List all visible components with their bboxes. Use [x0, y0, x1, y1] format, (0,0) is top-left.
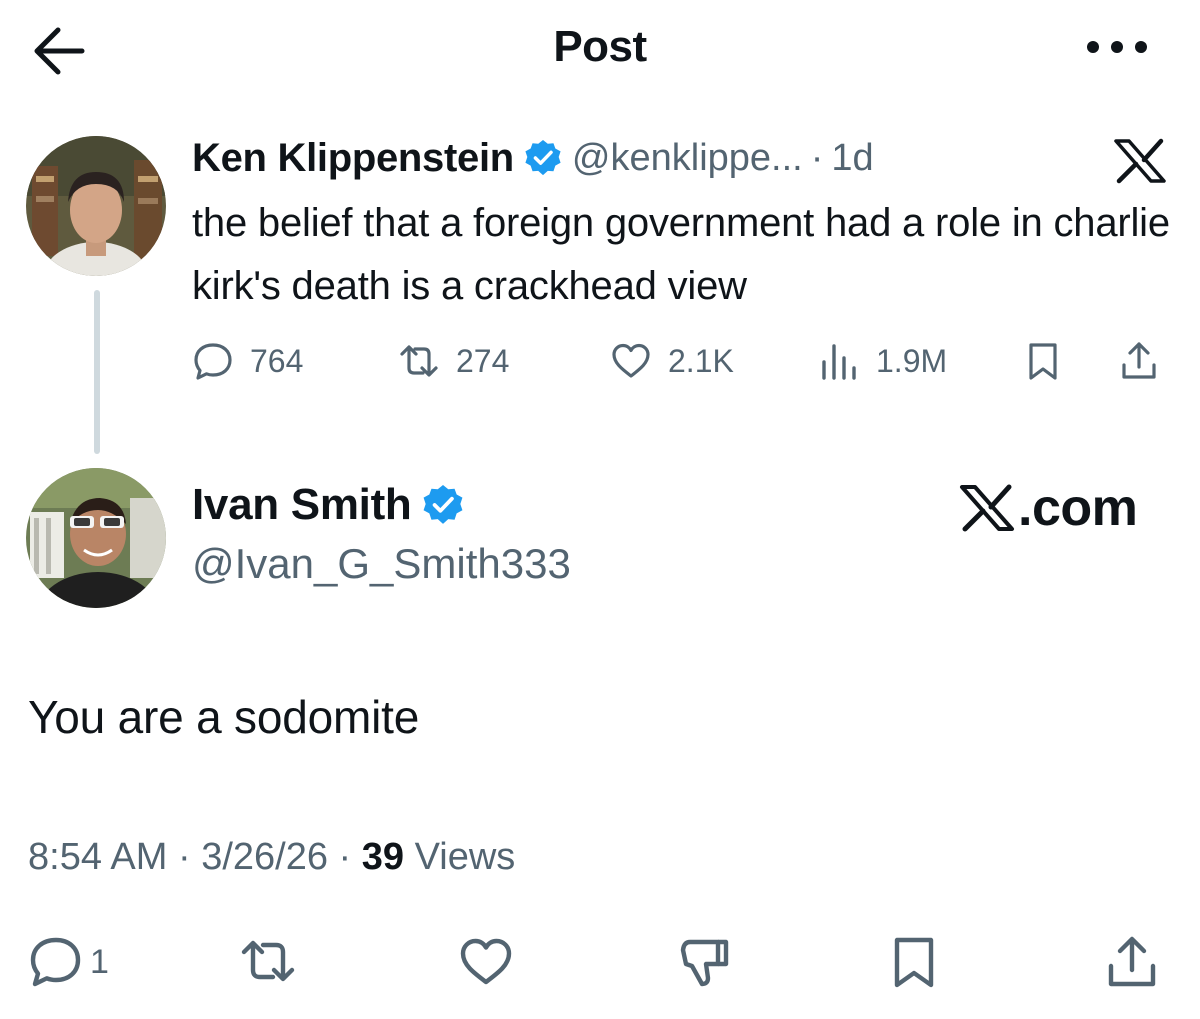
separator: · — [328, 836, 362, 878]
xcom-watermark: .com — [958, 478, 1138, 538]
repost-button[interactable] — [240, 934, 296, 990]
reply-button[interactable]: 764 — [192, 340, 303, 382]
views-label: Views — [404, 836, 516, 878]
views-count: 39 — [361, 836, 405, 878]
like-button[interactable]: 2.1K — [610, 340, 734, 382]
share-button[interactable] — [1118, 340, 1160, 382]
more-options-button[interactable] — [1084, 30, 1150, 64]
share-icon — [1122, 342, 1156, 379]
share-button[interactable] — [1104, 934, 1160, 990]
like-count: 2.1K — [668, 342, 734, 379]
heart-icon — [460, 938, 512, 985]
repost-count: 274 — [456, 342, 510, 379]
avatar-photo — [26, 136, 166, 276]
quoted-tweet-text: the belief that a foreign government had… — [192, 201, 1170, 308]
reply-count: 764 — [250, 342, 304, 379]
quoted-tweet-header: Ken Klippenstein @kenklippe... · 1d — [192, 130, 874, 186]
tweet-text: You are a sodomite — [28, 691, 420, 743]
dislike-button[interactable] — [676, 934, 732, 990]
analytics-icon — [822, 344, 856, 380]
repost-icon — [400, 345, 438, 377]
bookmark-button[interactable] — [1022, 340, 1064, 382]
author-name[interactable]: Ken Klippenstein — [192, 136, 514, 181]
reply-count: 1 — [90, 942, 109, 981]
x-logo-icon — [1112, 138, 1168, 184]
avatar[interactable] — [26, 468, 166, 608]
reply-icon — [30, 937, 81, 987]
author-handle[interactable]: @kenklippe... — [572, 137, 803, 180]
bookmark-icon — [894, 937, 934, 988]
view-count: 1.9M — [876, 342, 948, 379]
reply-button[interactable]: 1 — [28, 934, 109, 990]
watermark-text: .com — [1018, 479, 1138, 537]
tweet-date[interactable]: 3/26/26 — [201, 836, 328, 878]
views-button[interactable]: 1.9M — [818, 340, 947, 382]
more-horizontal-icon — [1087, 41, 1147, 53]
separator: · — [810, 136, 824, 179]
thumbs-down-icon — [680, 939, 729, 987]
tweet-time[interactable]: 8:54 AM — [28, 836, 167, 878]
share-icon — [1108, 936, 1156, 987]
tweet-author-row: Ivan Smith — [192, 480, 474, 530]
bookmark-button[interactable] — [886, 934, 942, 990]
repost-icon — [241, 940, 295, 982]
separator: · — [167, 836, 202, 878]
thread-connector — [94, 290, 100, 454]
verified-badge-icon — [423, 485, 462, 524]
timestamp[interactable]: 1d — [831, 137, 873, 180]
heart-icon — [612, 343, 650, 378]
bookmark-icon — [1029, 343, 1057, 380]
reply-icon — [194, 343, 232, 380]
page-title: Post — [553, 22, 647, 71]
avatar[interactable] — [26, 136, 166, 276]
like-button[interactable] — [458, 934, 514, 990]
avatar-photo — [26, 468, 166, 608]
tweet-meta: 8:54 AM · 3/26/26 · 39 Views — [28, 836, 515, 879]
author-name[interactable]: Ivan Smith — [192, 480, 412, 530]
x-logo-icon — [960, 484, 1014, 532]
repost-button[interactable]: 274 — [398, 340, 509, 382]
verified-badge-icon — [525, 139, 561, 176]
author-handle[interactable]: @Ivan_G_Smith333 — [192, 540, 571, 588]
